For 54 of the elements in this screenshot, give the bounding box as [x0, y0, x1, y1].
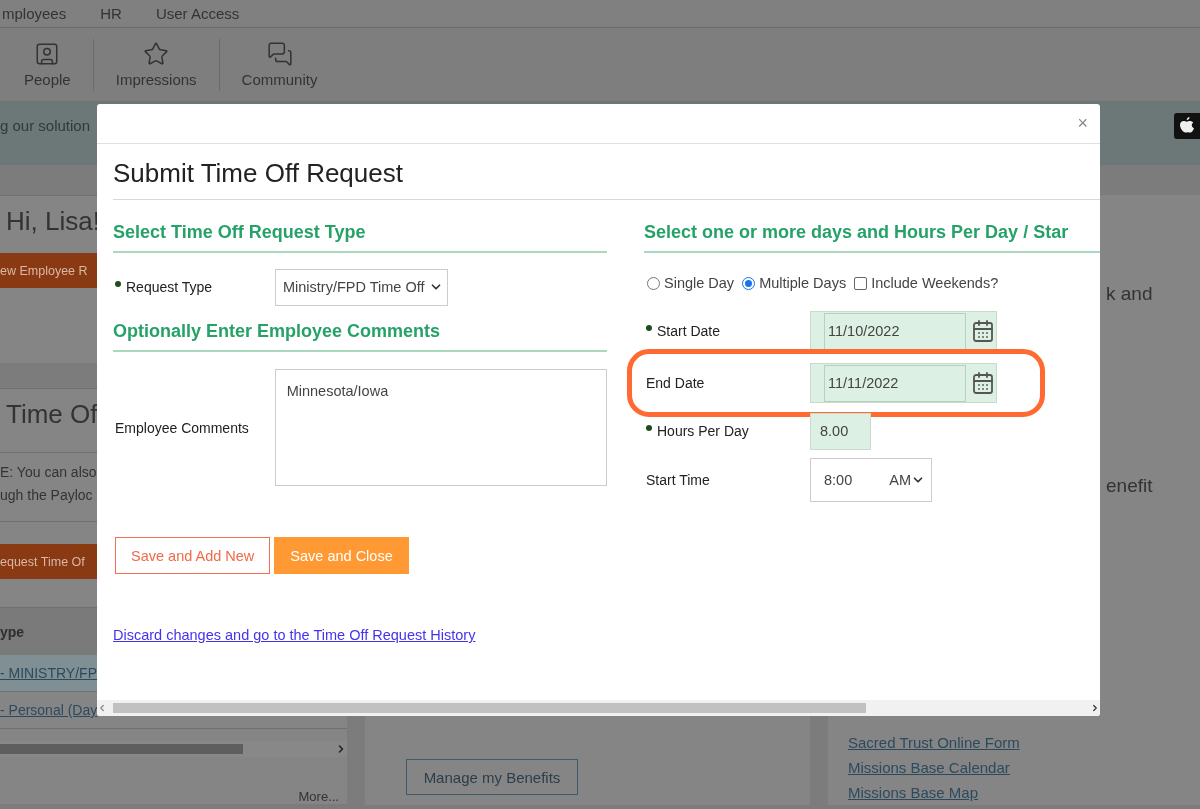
card-text: enefit — [1106, 475, 1154, 497]
section-title: Time Of — [6, 399, 98, 429]
nav-link[interactable]: HR — [100, 5, 122, 22]
resource-link[interactable]: Sacred Trust Online Form — [848, 734, 1020, 751]
greeting: Hi, Lisa! — [6, 206, 100, 236]
dialog-title: Submit Time Off Request — [113, 158, 1100, 200]
manage-benefits-button[interactable]: Manage my Benefits — [406, 759, 578, 795]
field-label: Hours Per Day — [657, 423, 749, 439]
request-link[interactable]: - Personal (Day — [0, 702, 98, 718]
nav-link[interactable]: User Access — [155, 5, 240, 22]
column-header: ype — [0, 623, 25, 640]
field-label: Start Time — [646, 472, 710, 488]
chat-bubbles-icon — [266, 41, 293, 67]
contact-card-icon — [34, 41, 61, 67]
hours-field[interactable]: 8.00 — [810, 412, 871, 450]
save-close-button[interactable]: Save and Close — [274, 537, 409, 574]
comments-field[interactable]: Minnesota/Iowa — [274, 369, 607, 486]
calendar-icon[interactable] — [971, 319, 995, 343]
checkbox[interactable] — [854, 276, 868, 290]
option-label: Single Day — [664, 275, 735, 291]
toolbar-label[interactable]: Community — [241, 71, 318, 88]
option-label: Multiple Days — [759, 275, 847, 291]
field-label: Request Type — [126, 279, 213, 295]
date-field[interactable]: 11/10/2022 — [824, 312, 966, 350]
request-type-select[interactable]: Ministry/FPD Time Off — [275, 268, 448, 306]
date-picker[interactable]: 11/11/2022 — [810, 363, 997, 403]
resource-link[interactable]: Missions Base Calendar — [848, 759, 1010, 776]
date-picker[interactable]: 11/10/2022 — [810, 311, 997, 351]
option-label: Include Weekends? — [871, 275, 999, 291]
banner-text: g our solution — [0, 117, 91, 134]
field-label: Start Date — [657, 323, 721, 339]
date-field[interactable]: 11/11/2022 — [824, 364, 966, 402]
time-select[interactable]: 8:00 AM — [810, 458, 932, 502]
toolbar-label[interactable]: Impressions — [115, 71, 197, 88]
calendar-icon[interactable] — [971, 371, 995, 395]
section-heading: Optionally Enter Employee Comments — [113, 321, 607, 352]
section-heading: Select one or more days and Hours Per Day / Star — [644, 200, 1100, 253]
apple-icon — [1179, 117, 1195, 135]
field-label: Employee Comments — [114, 419, 250, 436]
star-icon — [143, 41, 170, 67]
resource-link[interactable]: Missions Base Map — [848, 784, 979, 801]
note-text: E: You can also — [0, 464, 97, 480]
field-label: End Date — [646, 375, 705, 391]
request-link[interactable]: - MINISTRY/FP — [0, 665, 97, 681]
close-button[interactable]: × — [1075, 113, 1090, 134]
card-text: k and — [1106, 283, 1154, 305]
save-add-button[interactable]: Save and Add New — [115, 537, 271, 574]
nav-link[interactable]: mployees — [2, 5, 67, 22]
app-store-badge[interactable] — [1174, 113, 1200, 139]
section-heading: Select Time Off Request Type — [113, 200, 607, 253]
note-text: ugh the Payloc — [0, 487, 93, 503]
toolbar-label[interactable]: People — [24, 71, 71, 88]
discard-link[interactable]: Discard changes and go to the Time Off Request History — [113, 627, 476, 643]
more-link[interactable]: More... — [0, 757, 347, 804]
